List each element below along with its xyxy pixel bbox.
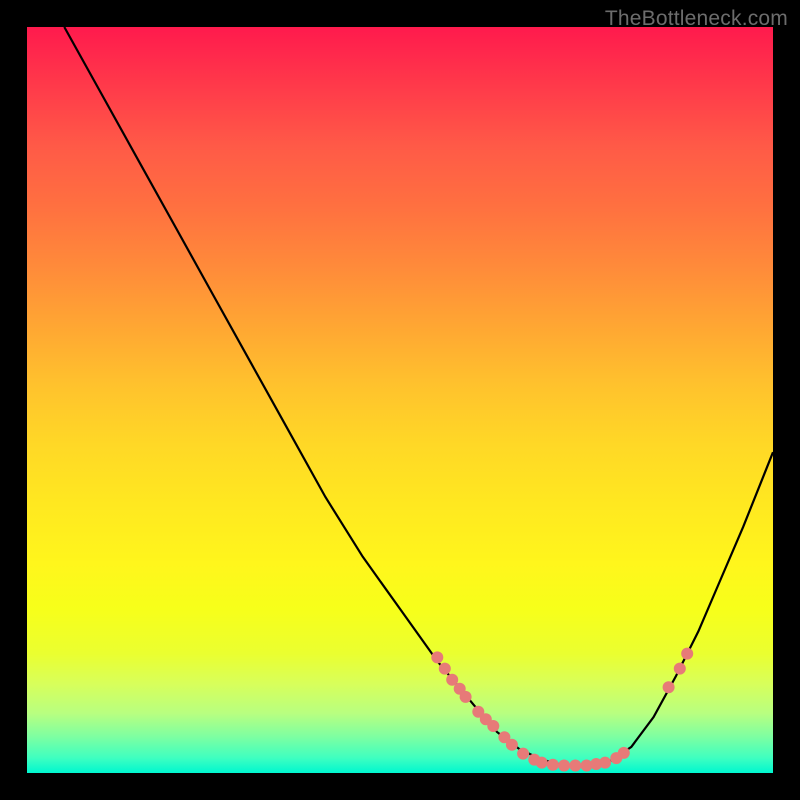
data-point (506, 739, 518, 751)
data-point (460, 691, 472, 703)
data-point (487, 720, 499, 732)
data-point (674, 663, 686, 675)
data-point (536, 757, 548, 769)
chart-svg (27, 27, 773, 773)
data-point (558, 760, 570, 772)
data-point (517, 748, 529, 760)
data-point (618, 747, 630, 759)
data-point (681, 648, 693, 660)
data-points-group (431, 648, 693, 772)
data-point (431, 651, 443, 663)
data-point (599, 757, 611, 769)
data-point (663, 681, 675, 693)
data-point (569, 760, 581, 772)
data-point (547, 759, 559, 771)
bottleneck-curve (64, 27, 773, 766)
data-point (439, 663, 451, 675)
